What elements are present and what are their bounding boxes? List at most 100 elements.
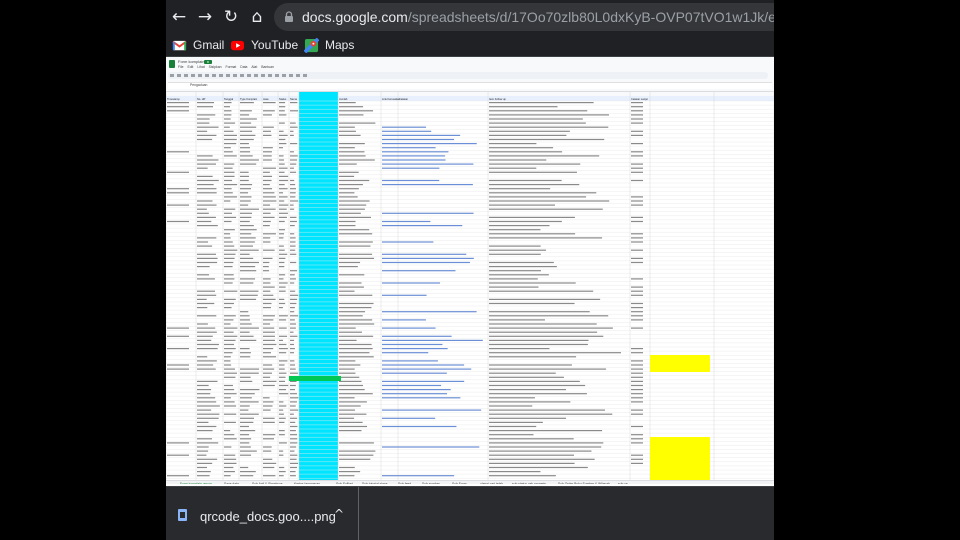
cell-text bbox=[224, 245, 235, 247]
document-title[interactable]: Form komplain bbox=[178, 59, 204, 64]
cell-text bbox=[224, 397, 231, 399]
cell-text bbox=[167, 475, 189, 477]
cell-link bbox=[382, 393, 448, 395]
download-item[interactable]: qrcode_docs.goo....png ^ bbox=[166, 487, 359, 540]
cell-text bbox=[631, 155, 643, 157]
cell-text bbox=[279, 171, 285, 173]
cell-text bbox=[240, 245, 253, 247]
cell-text bbox=[240, 266, 256, 268]
cell-text bbox=[279, 339, 284, 341]
cell-text bbox=[339, 241, 373, 243]
cell-text bbox=[290, 454, 298, 456]
cell-text bbox=[489, 192, 597, 194]
sheet-tab[interactable]: sub status cek property bbox=[512, 482, 546, 484]
home-icon[interactable]: ⌂ bbox=[246, 6, 268, 28]
cell-text bbox=[240, 294, 258, 296]
cell-text bbox=[290, 298, 298, 300]
formula-bar[interactable]: Pengaduan bbox=[168, 82, 772, 89]
menu-item[interactable]: Bantuan bbox=[261, 65, 274, 69]
cell-text bbox=[339, 106, 364, 108]
sheet-tab[interactable]: ulangi cari telah bbox=[480, 482, 503, 484]
sheet-tab[interactable]: Sub sumber bbox=[422, 482, 440, 484]
sheet-tab[interactable]: Saya data bbox=[224, 482, 239, 484]
star-icon[interactable]: ★ bbox=[204, 60, 212, 64]
cell-text bbox=[339, 368, 355, 370]
cell-link bbox=[382, 138, 455, 141]
cell-text bbox=[279, 266, 285, 268]
column-letter-strip bbox=[166, 92, 774, 96]
cell-text bbox=[224, 237, 231, 239]
cell-grid[interactable]: Timestamp No. HP Tanggal Type Komplain Jasa S… bbox=[166, 92, 774, 480]
menu-item[interactable]: File bbox=[178, 65, 183, 69]
cell-text bbox=[279, 364, 285, 366]
cell-text bbox=[197, 138, 213, 141]
cell-text bbox=[631, 118, 643, 120]
cell-text bbox=[279, 220, 285, 223]
cell-text bbox=[240, 282, 254, 284]
cell-text bbox=[240, 450, 257, 452]
bookmark-youtube[interactable]: YouTube bbox=[230, 37, 298, 53]
bookmark-gmail[interactable]: Gmail bbox=[172, 37, 224, 53]
menu-item[interactable]: Lihat bbox=[197, 65, 204, 69]
cell-text bbox=[224, 278, 235, 280]
cell-text bbox=[263, 249, 275, 251]
reload-icon[interactable]: ↻ bbox=[220, 6, 242, 28]
cell-text bbox=[263, 335, 275, 337]
cell-text bbox=[197, 167, 208, 169]
sheet-tab[interactable]: Sub tutorial siapa bbox=[362, 482, 387, 484]
sheet-tab[interactable]: Form komplain umum bbox=[180, 482, 212, 484]
cell-text bbox=[197, 307, 208, 309]
formatting-toolbar[interactable] bbox=[168, 72, 768, 79]
cell-text bbox=[279, 413, 284, 415]
cell-text bbox=[240, 368, 260, 370]
cell-text bbox=[224, 266, 233, 268]
cell-text bbox=[224, 155, 237, 157]
address-bar[interactable]: docs.google.com/spreadsheets/d/17Oo70zlb… bbox=[274, 3, 774, 31]
cell-text bbox=[224, 282, 233, 284]
cell-text bbox=[240, 237, 256, 239]
cell-text bbox=[339, 253, 373, 255]
bookmark-maps[interactable]: Maps bbox=[304, 37, 354, 53]
cell-link bbox=[382, 159, 446, 161]
cell-text bbox=[631, 167, 643, 169]
sheet-tab[interactable]: Kertas tanggapan bbox=[294, 482, 320, 484]
cell-text bbox=[339, 450, 376, 452]
cell-text bbox=[224, 253, 236, 255]
cell-text bbox=[279, 286, 286, 288]
cell-text bbox=[290, 184, 296, 186]
menu-item[interactable]: Edit bbox=[187, 65, 193, 69]
cell-text bbox=[197, 163, 217, 165]
menu-item[interactable]: Sisipkan bbox=[209, 65, 222, 69]
sheet-tab[interactable]: Sub Soliket bbox=[336, 482, 353, 484]
cell-text bbox=[240, 126, 257, 128]
menu-item[interactable]: Format bbox=[226, 65, 237, 69]
menu-item[interactable]: Alat bbox=[251, 65, 257, 69]
cell-text bbox=[489, 151, 563, 153]
cell-text bbox=[197, 417, 219, 419]
sheet-tab[interactable]: Sub feed bbox=[398, 482, 411, 484]
cell-text bbox=[240, 257, 254, 259]
cell-text bbox=[489, 114, 609, 116]
sheet-tab[interactable]: Sub Form bbox=[452, 482, 466, 484]
sheet-tab[interactable]: Sub Order Buku Sumber & Wilayah bbox=[558, 482, 610, 484]
cell-text bbox=[224, 122, 236, 124]
back-icon[interactable]: ← bbox=[168, 6, 190, 28]
cell-text bbox=[263, 315, 275, 317]
sheet-tab[interactable]: sub ce bbox=[618, 482, 628, 484]
grid-canvas[interactable]: Timestamp No. HP Tanggal Type Komplain Jasa S… bbox=[166, 92, 774, 480]
cell-text bbox=[240, 348, 250, 350]
cell-text bbox=[240, 397, 252, 399]
cell-text bbox=[631, 372, 643, 374]
cell-text bbox=[197, 413, 220, 415]
cell-text bbox=[339, 458, 371, 460]
column-header: Type Komplain bbox=[240, 97, 258, 101]
column-header: Jumlah bbox=[339, 97, 348, 101]
sheet-tab[interactable]: Sub Apli & Simaksya bbox=[252, 482, 282, 484]
cell-text bbox=[279, 434, 285, 436]
cell-text bbox=[631, 290, 643, 292]
menu-item[interactable]: Data bbox=[240, 65, 247, 69]
forward-icon[interactable]: → bbox=[194, 6, 216, 28]
cell-text bbox=[224, 147, 231, 149]
cell-text bbox=[197, 364, 214, 366]
chevron-up-icon[interactable]: ^ bbox=[330, 505, 348, 523]
